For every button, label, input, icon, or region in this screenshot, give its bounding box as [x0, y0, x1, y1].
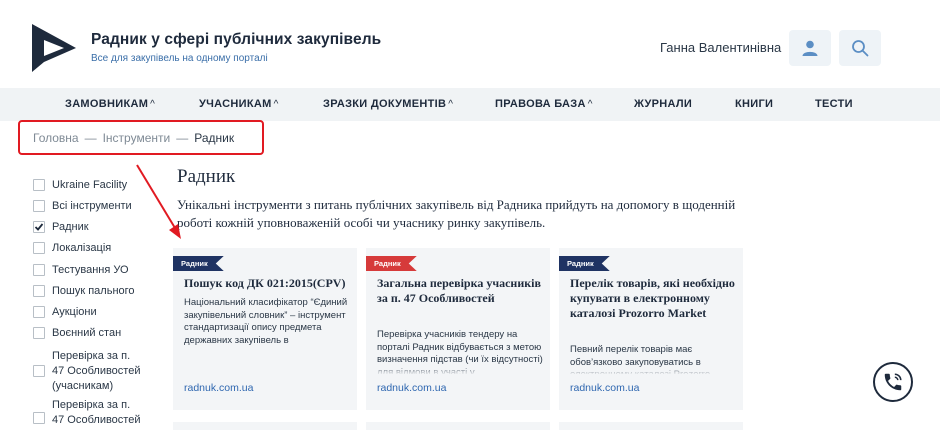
breadcrumb: Головна — Інструменти — Радник: [18, 120, 264, 155]
sidebar-item-testing[interactable]: Тестування УО: [33, 264, 129, 276]
brand-title[interactable]: Радник у сфері публічних закупівель: [91, 31, 381, 49]
sidebar-item-localization[interactable]: Локалізація: [33, 242, 111, 254]
sidebar-item-ukraine-facility[interactable]: Ukraine Facility: [33, 179, 127, 191]
nav-item-document-samples[interactable]: ЗРАЗКИ ДОКУМЕНТІВ ^: [323, 98, 453, 110]
card-link[interactable]: radnuk.com.ua: [570, 382, 639, 394]
sidebar-item-all-tools[interactable]: Всі інструменти: [33, 200, 132, 212]
user-account-button[interactable]: [789, 30, 831, 66]
radnyk-logo[interactable]: [32, 24, 76, 72]
breadcrumb-home[interactable]: Головна: [33, 131, 79, 145]
card-fade: [559, 365, 743, 375]
card-badge: Радник: [173, 256, 224, 271]
sidebar-item-auctions[interactable]: Аукціони: [33, 306, 97, 318]
sidebar-item-check-customers[interactable]: Перевірка за п. 47 Особливостей (за...: [33, 398, 142, 430]
search-icon: [852, 40, 869, 57]
checkbox[interactable]: [33, 242, 45, 254]
card-title[interactable]: Загальна перевірка учасників за п. 47 Ос…: [377, 276, 543, 306]
brand-subtitle: Все для закупівель на одному порталі: [91, 53, 268, 64]
phone-call-button[interactable]: [873, 362, 913, 402]
checkbox[interactable]: [33, 306, 45, 318]
main-nav: ЗАМОВНИКАМ ^ УЧАСНИКАМ ^ ЗРАЗКИ ДОКУМЕНТІВ…: [0, 88, 940, 121]
tool-card-next[interactable]: [173, 422, 357, 430]
card-title[interactable]: Перелік товарів, які необхідно купувати …: [570, 276, 736, 321]
chevron-up-icon: ^: [448, 99, 454, 110]
nav-item-books[interactable]: КНИГИ: [735, 98, 773, 110]
sidebar-item-radnyk[interactable]: Радник: [33, 221, 89, 233]
breadcrumb-separator: —: [84, 130, 97, 145]
breadcrumb-current: Радник: [194, 130, 235, 145]
checkbox-checked[interactable]: [33, 221, 45, 233]
checkbox[interactable]: [33, 179, 45, 191]
page-intro: Унікальні інструменти з питань публічних…: [177, 197, 736, 230]
phone-icon: [884, 373, 902, 391]
card-link[interactable]: radnuk.com.ua: [377, 382, 446, 394]
chevron-up-icon: ^: [150, 99, 156, 110]
tool-card-next[interactable]: [559, 422, 743, 430]
nav-item-participants[interactable]: УЧАСНИКАМ ^: [199, 98, 279, 110]
card-fade: [366, 365, 550, 375]
nav-item-customers[interactable]: ЗАМОВНИКАМ ^: [65, 98, 155, 110]
checkbox[interactable]: [33, 200, 45, 212]
user-name[interactable]: Ганна Валентинівна: [660, 40, 781, 55]
tool-card-general-check[interactable]: Радник Загальна перевірка учасників за п…: [366, 248, 550, 410]
checkmark-icon: [34, 223, 44, 231]
chevron-up-icon: ^: [273, 99, 279, 110]
tool-card-prozorro-market[interactable]: Радник Перелік товарів, які необхідно ку…: [559, 248, 743, 410]
checkbox[interactable]: [33, 285, 45, 297]
checkbox[interactable]: [33, 412, 45, 424]
sidebar-item-martial-law[interactable]: Воєнний стан: [33, 327, 121, 339]
card-title[interactable]: Пошук код ДК 021:2015(CPV): [184, 276, 350, 291]
card-badge: Радник: [366, 256, 417, 271]
checkbox[interactable]: [33, 365, 45, 377]
nav-item-journals[interactable]: ЖУРНАЛИ: [634, 98, 692, 110]
chevron-up-icon: ^: [587, 99, 593, 110]
card-link[interactable]: radnuk.com.ua: [184, 382, 253, 394]
search-button[interactable]: [839, 30, 881, 66]
sidebar-item-fuel-search[interactable]: Пошук пального: [33, 285, 135, 297]
card-description: Національний класифікатор “Єдиний закупі…: [184, 297, 348, 346]
card-badge: Радник: [559, 256, 610, 271]
tool-card-cpv-search[interactable]: Радник Пошук код ДК 021:2015(CPV) Націон…: [173, 248, 357, 410]
nav-item-tests[interactable]: ТЕСТИ: [815, 98, 853, 110]
sidebar-item-check-participants[interactable]: Перевірка за п. 47 Особливостей (учасник…: [33, 349, 142, 394]
checkbox[interactable]: [33, 264, 45, 276]
tool-card-next[interactable]: [366, 422, 550, 430]
user-icon: [802, 40, 818, 56]
breadcrumb-separator: —: [176, 130, 189, 145]
page-title: Радник: [177, 166, 236, 187]
checkbox[interactable]: [33, 327, 45, 339]
breadcrumb-tools[interactable]: Інструменти: [103, 131, 171, 145]
nav-item-legal-base[interactable]: ПРАВОВА БАЗА ^: [495, 98, 593, 110]
